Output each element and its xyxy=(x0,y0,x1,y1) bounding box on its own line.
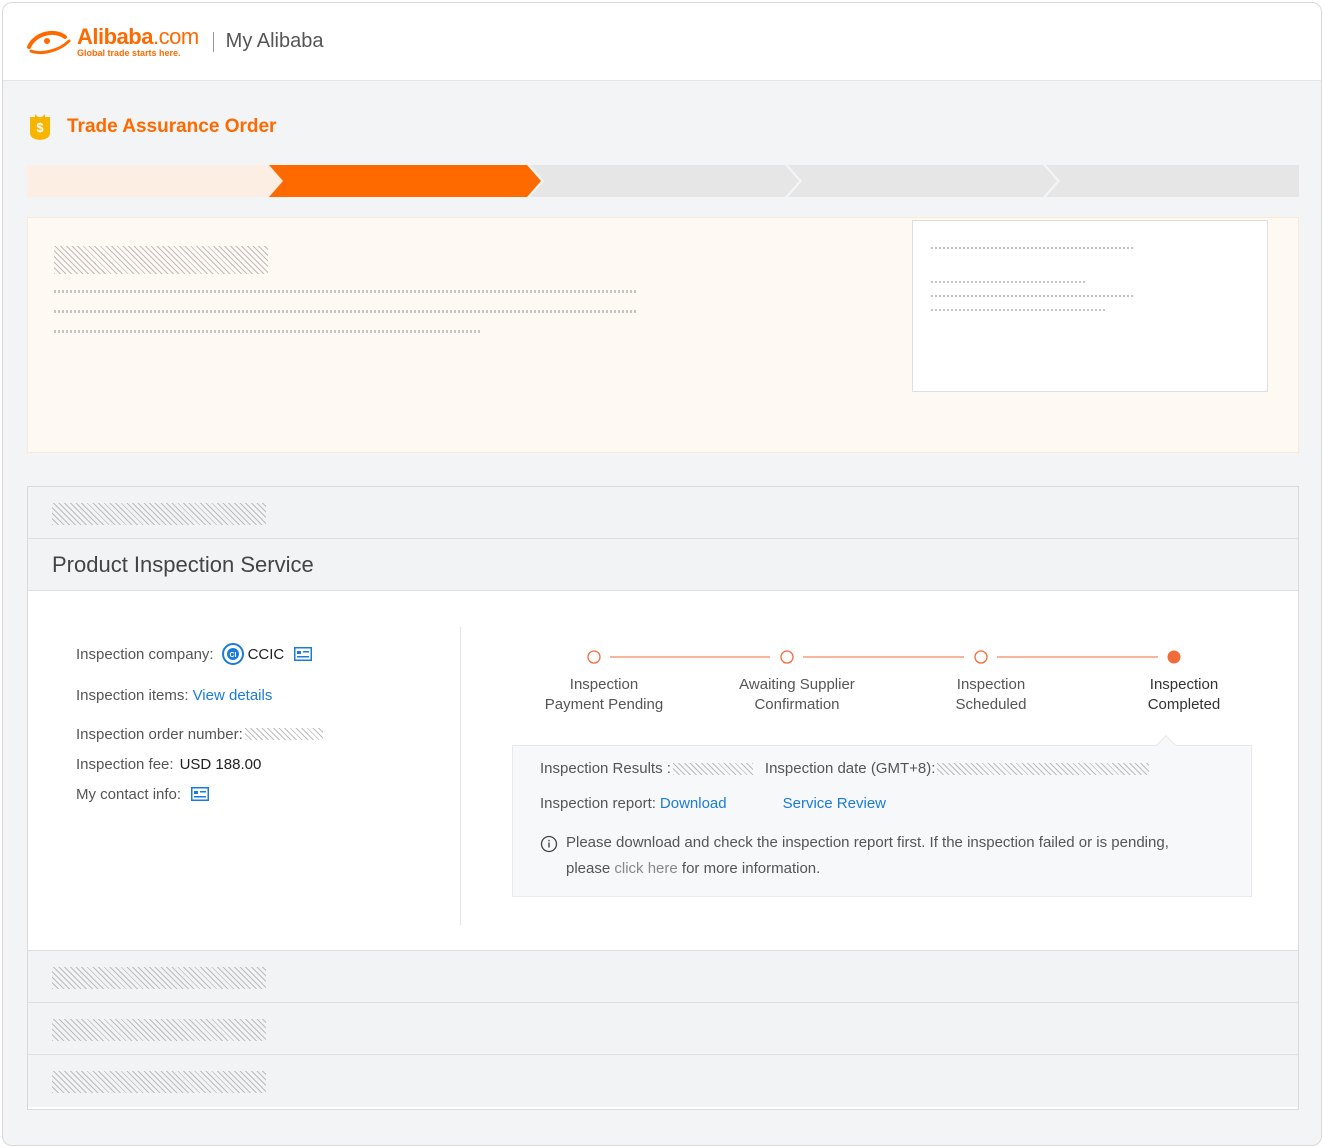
step-label-scheduled: Inspection Scheduled xyxy=(955,676,1027,713)
inspection-section-body: Inspection company: CI CCIC Inspection i… xyxy=(28,591,1298,951)
progress-step-2 xyxy=(269,165,541,197)
step-label-payment-pending: Inspection Payment Pending xyxy=(544,676,664,713)
step-label-completed: Inspection Completed xyxy=(1147,676,1221,713)
inspection-results-box: Inspection Results : Inspection date (GM… xyxy=(512,735,1252,897)
inspection-fee-value: USD 188.00 xyxy=(179,755,262,773)
my-alibaba-title[interactable]: My Alibaba xyxy=(226,30,324,53)
redacted-line xyxy=(54,330,480,333)
svg-text:$: $ xyxy=(36,120,44,135)
redacted-date xyxy=(937,762,1150,775)
view-details-link[interactable]: View details xyxy=(193,687,273,704)
redacted-results xyxy=(672,762,753,775)
alibaba-logo-icon xyxy=(27,30,71,54)
download-report-link[interactable]: Download xyxy=(660,795,727,812)
summary-side-box xyxy=(912,220,1268,392)
inspection-note-text: Please download and check the inspection… xyxy=(566,834,1169,851)
trade-assurance-shield-icon: $ xyxy=(30,114,50,140)
inspection-items-label: Inspection items: xyxy=(76,686,189,704)
collapsed-section[interactable] xyxy=(28,487,1298,539)
redacted-heading xyxy=(54,246,268,274)
redacted-line xyxy=(54,310,638,313)
service-review-link[interactable]: Service Review xyxy=(783,795,886,812)
progress-step-4 xyxy=(788,165,1057,197)
order-progress-bar xyxy=(27,165,1299,197)
company-card-icon[interactable] xyxy=(294,647,313,661)
redacted-line xyxy=(931,281,1087,283)
logo-brand-suffix: .com xyxy=(152,23,199,49)
top-bar: Alibaba.com Global trade starts here. My… xyxy=(3,3,1321,81)
inspection-company-label: Inspection company: xyxy=(76,645,214,663)
redacted-line xyxy=(54,290,638,293)
contact-info-label: My contact info: xyxy=(76,785,182,803)
redacted-line xyxy=(931,295,1133,297)
contact-card-icon[interactable] xyxy=(191,787,210,801)
results-pointer xyxy=(1156,735,1176,755)
redacted-order-number xyxy=(244,728,323,740)
order-summary xyxy=(27,217,1299,453)
progress-step-5 xyxy=(1046,165,1299,197)
redacted-line xyxy=(931,247,1133,249)
svg-text:CI: CI xyxy=(229,652,236,659)
header-divider xyxy=(212,31,214,52)
inspection-section-header[interactable]: Product Inspection Service xyxy=(28,539,1298,591)
redacted-section-title xyxy=(52,1019,266,1041)
alibaba-logo[interactable]: Alibaba.com Global trade starts here. xyxy=(25,23,199,58)
step-dot-4 xyxy=(1167,650,1181,664)
progress-step-3 xyxy=(530,165,799,197)
inspection-step-tracker: Inspection Payment Pending Awaiting Supp… xyxy=(538,647,1258,727)
inspection-date-label: Inspection date (GMT+8): xyxy=(764,760,936,777)
collapsed-section[interactable] xyxy=(28,951,1298,1003)
browser-window: Alibaba.com Global trade starts here. My… xyxy=(2,2,1322,1146)
logo-brand-name: Alibaba xyxy=(77,23,153,49)
inspection-fee-label: Inspection fee: xyxy=(76,755,174,773)
collapsed-section[interactable] xyxy=(28,1003,1298,1055)
order-details-panel: Product Inspection Service Inspection co… xyxy=(27,486,1299,1110)
step-tracker-line xyxy=(587,650,1181,664)
redacted-section-title xyxy=(52,1071,266,1093)
inspection-order-number-label: Inspection order number: xyxy=(76,725,243,743)
redacted-section-title xyxy=(52,967,266,989)
collapsed-section[interactable] xyxy=(28,1055,1298,1107)
inspection-note-suffix: for more information. xyxy=(681,860,821,877)
redacted-line xyxy=(931,309,1105,311)
step-dot-2 xyxy=(780,650,794,664)
inspection-company-name: CCIC xyxy=(247,645,285,663)
order-title: Trade Assurance Order xyxy=(67,116,277,137)
step-dot-1 xyxy=(587,650,601,664)
inspection-note-prefix: please xyxy=(566,860,611,877)
step-label-awaiting-confirmation: Awaiting Supplier Confirmation xyxy=(739,676,855,713)
order-heading: $ Trade Assurance Order xyxy=(27,113,276,141)
redacted-section-title xyxy=(52,503,266,525)
column-divider xyxy=(460,627,461,925)
logo-tagline: Global trade starts here. xyxy=(77,47,181,58)
info-icon xyxy=(540,835,558,853)
inspection-report-label: Inspection report: xyxy=(540,795,656,812)
progress-step-1 xyxy=(27,165,283,197)
inspection-info: Inspection company: CI CCIC Inspection i… xyxy=(76,643,323,805)
click-here-link[interactable]: click here xyxy=(614,860,677,877)
inspection-section-title: Product Inspection Service xyxy=(52,551,314,577)
inspection-results-label: Inspection Results : xyxy=(540,760,671,777)
ccic-logo-icon: CI xyxy=(221,643,244,665)
step-dot-3 xyxy=(974,650,988,664)
